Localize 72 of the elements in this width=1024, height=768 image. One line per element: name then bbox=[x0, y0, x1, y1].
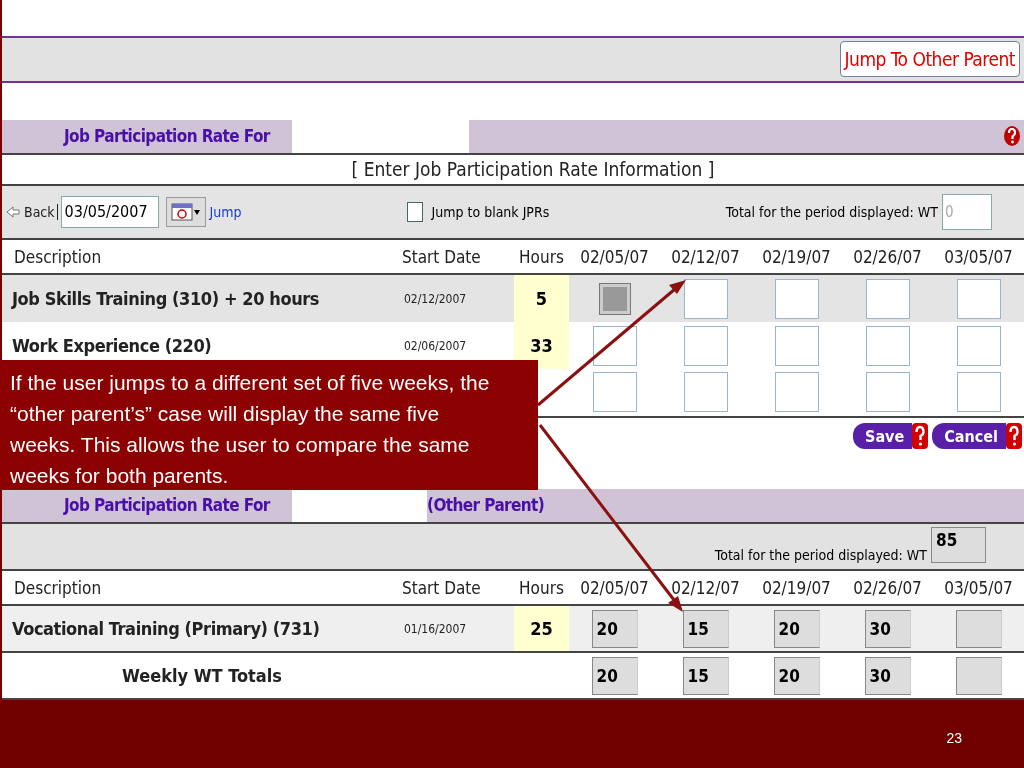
hours-value-field: 15 bbox=[682, 609, 729, 648]
hours-input-field[interactable] bbox=[592, 325, 637, 366]
action-button[interactable]: Save bbox=[853, 423, 913, 450]
weekly-total-field: 15 bbox=[682, 656, 729, 695]
other-parent-label: (Other Parent) bbox=[427, 495, 545, 516]
column-header: 02/26/07 bbox=[852, 246, 923, 267]
column-header: 02/26/07 bbox=[852, 577, 923, 598]
hours-input-field[interactable] bbox=[865, 325, 910, 366]
column-header: 02/19/07 bbox=[761, 246, 832, 267]
hours-input-field[interactable] bbox=[865, 278, 910, 319]
column-header: 02/12/07 bbox=[670, 246, 741, 267]
hours-cell: 25 bbox=[514, 606, 569, 652]
back-link[interactable]: Back bbox=[24, 203, 58, 220]
hours-input-field[interactable] bbox=[683, 278, 728, 319]
help-icon[interactable] bbox=[912, 423, 929, 450]
description-cell-text: Work Experience (220) bbox=[11, 335, 213, 357]
start-date-cell-text: 02/12/2007 bbox=[403, 291, 468, 306]
jump-link[interactable]: Jump bbox=[209, 203, 242, 220]
hours-cell: 5 bbox=[514, 275, 569, 323]
callout-text: If the user jumps to a different set of five weeks, the “other parent’s” case will display the same five weeks. This allows the user to compare the same weeks for both parents. bbox=[10, 371, 490, 487]
column-header: 02/05/07 bbox=[579, 246, 650, 267]
hours-input-field[interactable] bbox=[774, 372, 819, 413]
action-button[interactable]: Cancel bbox=[932, 423, 1006, 450]
calendar-button[interactable] bbox=[165, 196, 206, 227]
total-field: 85 bbox=[931, 527, 986, 564]
description-cell-text: Job Skills Training (310) + 20 hours bbox=[10, 288, 321, 310]
calendar-icon bbox=[170, 201, 201, 222]
hours-input-field[interactable] bbox=[956, 325, 1001, 366]
hours-value-field: 30 bbox=[864, 609, 911, 648]
hours-input-field[interactable] bbox=[865, 372, 910, 413]
section-subtitle: [ Enter Job Participation Rate Information ] bbox=[351, 158, 715, 181]
help-icon[interactable] bbox=[1004, 126, 1020, 147]
hours-input-field[interactable] bbox=[956, 278, 1001, 319]
column-header: Start Date bbox=[402, 246, 482, 267]
column-header: Hours bbox=[518, 577, 565, 598]
column-header: Start Date bbox=[402, 577, 482, 598]
back-arrow-icon[interactable] bbox=[6, 205, 20, 218]
checkbox[interactable] bbox=[406, 201, 423, 222]
start-date-cell-text: 02/06/2007 bbox=[403, 338, 468, 353]
column-header: 02/12/07 bbox=[670, 577, 741, 598]
section-title: Job Participation Rate For bbox=[2, 119, 292, 153]
description-cell-text: Vocational Training (Primary) (731) bbox=[11, 618, 321, 640]
column-header: 02/19/07 bbox=[761, 577, 832, 598]
hours-value-field bbox=[955, 609, 1002, 648]
hours-input-field[interactable] bbox=[956, 372, 1001, 413]
hours-input-field[interactable] bbox=[683, 372, 728, 413]
hours-input-field[interactable] bbox=[592, 372, 637, 413]
column-header: 03/05/07 bbox=[943, 246, 1014, 267]
column-header: Description bbox=[13, 246, 103, 267]
weekly-totals-label: Weekly WT Totals bbox=[121, 665, 283, 687]
checkbox-label: Jump to blank JPRs bbox=[431, 203, 550, 220]
column-header: Hours bbox=[518, 246, 565, 267]
hours-cell: 33 bbox=[514, 322, 569, 369]
weekly-total-field: 20 bbox=[591, 656, 638, 695]
hours-input-field[interactable] bbox=[774, 278, 819, 319]
start-date-cell-text: 01/16/2007 bbox=[403, 621, 468, 636]
hours-input-field[interactable] bbox=[774, 325, 819, 366]
slide-number: 23 bbox=[946, 730, 962, 746]
total-label: Total for the period displayed: WT bbox=[714, 547, 927, 564]
column-header: 02/05/07 bbox=[579, 577, 650, 598]
weekly-total-field: 30 bbox=[864, 656, 911, 695]
help-icon[interactable] bbox=[1006, 423, 1022, 450]
date-field[interactable]: 03/05/2007 bbox=[60, 195, 159, 228]
jump-to-other-parent-button[interactable]: Jump To Other Parent bbox=[839, 41, 1020, 78]
hours-value-field: 20 bbox=[773, 609, 820, 648]
total-label: Total for the period displayed: WT bbox=[725, 203, 938, 220]
column-header: Description bbox=[13, 577, 103, 598]
hours-value-field: 20 bbox=[591, 609, 638, 648]
column-header: 03/05/07 bbox=[943, 577, 1014, 598]
hours-input-field[interactable] bbox=[683, 325, 728, 366]
weekly-total-field: 20 bbox=[773, 656, 820, 695]
weekly-total-field bbox=[955, 656, 1002, 695]
